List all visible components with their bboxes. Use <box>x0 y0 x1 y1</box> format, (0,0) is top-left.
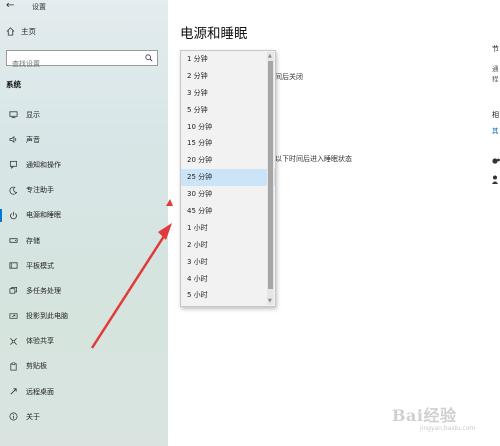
search-input[interactable] <box>7 57 142 71</box>
feedback-icon[interactable] <box>492 175 500 184</box>
focus-assist-icon <box>8 185 18 195</box>
sidebar-item-label: 专注助手 <box>26 186 54 195</box>
power-icon <box>8 210 18 220</box>
related-text: 通程 <box>492 64 499 84</box>
clipboard-icon <box>8 361 18 371</box>
dropdown-option[interactable]: 5 分钟 <box>181 102 275 119</box>
scrollbar-thumb[interactable] <box>268 61 273 289</box>
related-text-line-1: 通 <box>492 65 499 73</box>
dropdown-scrollbar[interactable]: ▲ ▼ <box>267 52 274 305</box>
dropdown-option[interactable]: 1 小时 <box>181 220 275 237</box>
home-icon <box>6 27 15 36</box>
scroll-down-arrow-icon[interactable]: ▼ <box>268 298 272 304</box>
related-settings-heading: 相 <box>492 111 499 119</box>
home-label: 主页 <box>21 27 36 36</box>
sidebar-item-focus-assist[interactable]: 专注助手 <box>0 178 168 203</box>
remote-desktop-icon <box>8 387 18 397</box>
dropdown-option[interactable]: 3 分钟 <box>181 85 275 102</box>
sidebar-item-label: 体验共享 <box>26 337 54 346</box>
sidebar-item-about[interactable]: 关于 <box>0 404 168 429</box>
sidebar-item-label: 多任务处理 <box>26 286 61 295</box>
sidebar-item-label: 投影到此电脑 <box>26 312 68 321</box>
related-settings-link[interactable]: 其 <box>492 125 499 135</box>
sidebar-nav: 显示 声音 通知和操作 专注助手 电源和睡眠 存储 平板模式 多任务处理 投影到… <box>0 102 168 429</box>
storage-icon <box>8 236 18 246</box>
sidebar-item-remote-desktop[interactable]: 远程桌面 <box>0 379 168 404</box>
related-heading: 节 <box>492 45 499 53</box>
dropdown-option[interactable]: 4 小时 <box>181 271 275 288</box>
dropdown-option[interactable]: 3 小时 <box>181 254 275 271</box>
dropdown-option[interactable]: 5 小时 <box>181 287 275 304</box>
sidebar-item-label: 平板模式 <box>26 261 54 270</box>
dropdown-option-selected[interactable]: 25 分钟 <box>181 169 275 187</box>
tablet-mode-icon <box>8 261 18 271</box>
multitasking-icon <box>8 286 18 296</box>
sound-icon <box>8 135 18 145</box>
dropdown-option[interactable]: 20 分钟 <box>181 152 275 169</box>
dropdown-option[interactable]: 30 分钟 <box>181 186 275 203</box>
sidebar-item-label: 声音 <box>26 135 40 144</box>
shared-experiences-icon <box>8 336 18 346</box>
sidebar: ← 设置 主页 系统 显示 声音 通知和操作 专注助手 电源和睡眠 <box>0 0 168 446</box>
sidebar-item-display[interactable]: 显示 <box>0 102 168 127</box>
sidebar-item-label: 剪贴板 <box>26 362 47 371</box>
page-title: 电源和睡眠 <box>180 26 248 42</box>
watermark-logo: Bai经验 <box>392 406 457 425</box>
sidebar-item-storage[interactable]: 存储 <box>0 228 168 253</box>
dropdown-option[interactable]: 45 分钟 <box>181 203 275 220</box>
sidebar-item-clipboard[interactable]: 剪贴板 <box>0 354 168 379</box>
sidebar-item-tablet-mode[interactable]: 平板模式 <box>0 253 168 278</box>
section-heading: 系统 <box>6 80 21 89</box>
back-button[interactable]: ← <box>6 0 14 11</box>
sidebar-item-label: 关于 <box>26 412 40 421</box>
dropdown-option[interactable]: 2 小时 <box>181 237 275 254</box>
sidebar-item-label: 远程桌面 <box>26 387 54 396</box>
projecting-icon <box>8 311 18 321</box>
sidebar-item-multitasking[interactable]: 多任务处理 <box>0 278 168 303</box>
help-icon[interactable] <box>492 157 500 165</box>
sidebar-item-notifications[interactable]: 通知和操作 <box>0 152 168 177</box>
dropdown-option[interactable]: 15 分钟 <box>181 135 275 152</box>
sidebar-item-label: 通知和操作 <box>26 160 61 169</box>
related-text-line-2: 程 <box>492 75 499 83</box>
app-title: 设置 <box>32 3 46 11</box>
notification-icon <box>8 160 18 170</box>
sidebar-item-label: 显示 <box>26 110 40 119</box>
search-box[interactable] <box>6 50 158 71</box>
sidebar-item-label: 电源和睡眠 <box>26 211 61 220</box>
sidebar-item-label: 存储 <box>26 236 40 245</box>
dropdown-option[interactable]: 1 分钟 <box>181 51 275 68</box>
sidebar-item-sound[interactable]: 声音 <box>0 127 168 152</box>
title-bar: ← 设置 <box>0 0 168 16</box>
dropdown-option[interactable]: 2 分钟 <box>181 68 275 85</box>
home-link[interactable]: 主页 <box>6 26 36 37</box>
search-icon[interactable] <box>145 54 153 62</box>
about-icon <box>8 412 18 422</box>
display-icon <box>8 110 18 120</box>
sidebar-item-shared-experiences[interactable]: 体验共享 <box>0 329 168 354</box>
sidebar-item-power-sleep[interactable]: 电源和睡眠 <box>0 203 168 228</box>
watermark-url: jingyan.baidu.com <box>420 425 476 432</box>
sidebar-item-projecting[interactable]: 投影到此电脑 <box>0 304 168 329</box>
sleep-timeout-dropdown-list[interactable]: 1 分钟 2 分钟 3 分钟 5 分钟 10 分钟 15 分钟 20 分钟 25… <box>180 50 276 307</box>
scroll-up-arrow-icon[interactable]: ▲ <box>268 53 272 59</box>
dropdown-option[interactable]: 10 分钟 <box>181 119 275 136</box>
